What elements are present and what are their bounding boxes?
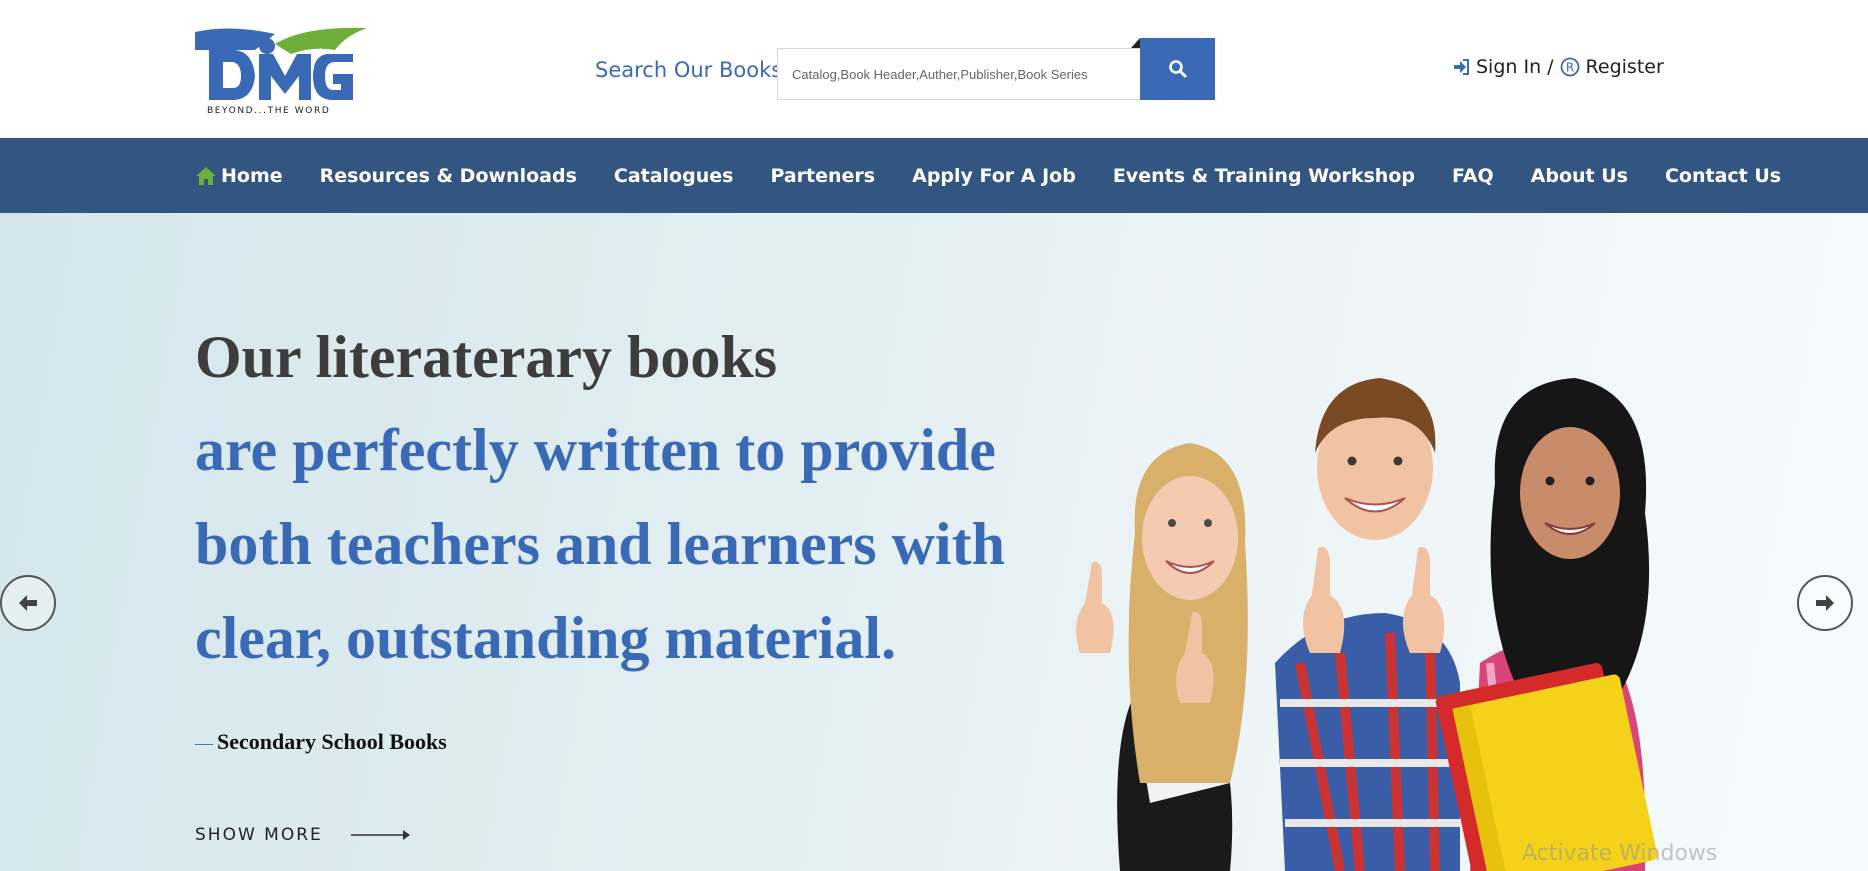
- nav-item-catalogues[interactable]: Catalogues: [614, 165, 734, 187]
- search-button[interactable]: [1131, 38, 1215, 100]
- auth-links: Sign In / R Register: [1452, 56, 1664, 78]
- sign-in-link[interactable]: Sign In: [1476, 56, 1541, 78]
- hero-slider: Our literaterary books are perfectly wri…: [0, 213, 1868, 871]
- registered-icon: R: [1560, 57, 1579, 77]
- show-more-label: SHOW MORE: [195, 825, 323, 845]
- student-left: [1076, 443, 1248, 871]
- nav-item-home[interactable]: Home: [195, 165, 283, 187]
- sign-in-icon: [1454, 59, 1469, 75]
- hero-text-line: are perfectly written to provide: [195, 417, 996, 483]
- hero-text-line: clear, outstanding material.: [195, 605, 897, 671]
- nav-item-resources[interactable]: Resources & Downloads: [320, 165, 577, 187]
- show-more-link[interactable]: SHOW MORE: [195, 825, 411, 845]
- hero-text-line: both teachers and learners with: [195, 511, 1005, 577]
- student-middle: [1275, 378, 1460, 871]
- logo-mark: [195, 27, 367, 100]
- slider-prev-button[interactable]: [0, 575, 56, 631]
- arrow-right-icon: [1816, 595, 1834, 611]
- subtitle-dash: —: [195, 733, 213, 753]
- search-button-corner: [1131, 38, 1140, 48]
- main-nav: Home Resources & Downloads Catalogues Pa…: [0, 138, 1868, 213]
- dmg-logo[interactable]: BEYOND...THE WORD: [195, 24, 367, 119]
- nav-item-parteners[interactable]: Parteners: [770, 165, 875, 187]
- search-input[interactable]: [777, 48, 1141, 100]
- register-link[interactable]: Register: [1586, 56, 1664, 78]
- hero-heading: Our literaterary books: [195, 324, 778, 390]
- svg-text:R: R: [1565, 61, 1573, 75]
- site-header: BEYOND...THE WORD Search Our Books : Sig…: [0, 0, 1868, 138]
- subtitle-text: Secondary School Books: [217, 729, 447, 754]
- arrow-left-icon: [19, 595, 37, 611]
- auth-separator: /: [1547, 56, 1554, 78]
- nav-item-contact[interactable]: Contact Us: [1665, 165, 1781, 187]
- activate-windows-watermark: Activate Windows: [1522, 841, 1718, 866]
- nav-item-about[interactable]: About Us: [1531, 165, 1628, 187]
- nav-item-faq[interactable]: FAQ: [1452, 165, 1494, 187]
- slider-next-button[interactable]: [1797, 575, 1853, 631]
- nav-item-label: Home: [221, 164, 283, 187]
- long-arrow-right-icon: [350, 830, 410, 840]
- hero-subtitle: — Secondary School Books: [195, 729, 447, 755]
- home-icon: [196, 166, 216, 185]
- student-right: [1435, 378, 1658, 871]
- nav-item-apply-job[interactable]: Apply For A Job: [912, 165, 1076, 187]
- search-label: Search Our Books :: [595, 58, 796, 82]
- nav-item-events[interactable]: Events & Training Workshop: [1113, 165, 1415, 187]
- logo-tagline: BEYOND...THE WORD: [207, 106, 331, 116]
- students-image: [1076, 378, 1658, 871]
- nav-items: Home Resources & Downloads Catalogues Pa…: [195, 138, 1781, 213]
- search-icon: [1168, 60, 1186, 78]
